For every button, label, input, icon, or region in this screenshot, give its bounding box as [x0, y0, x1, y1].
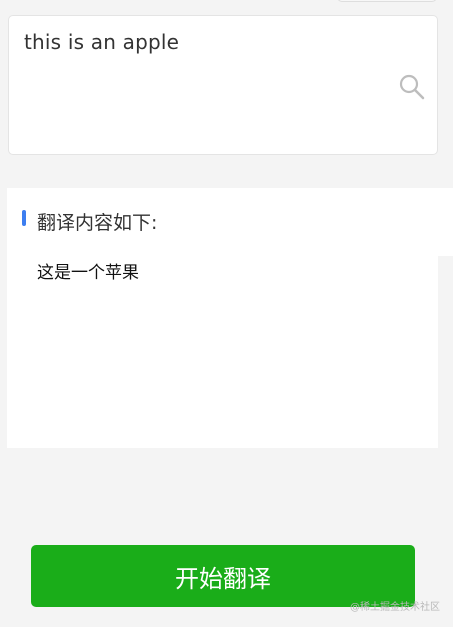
accent-bar: [22, 210, 26, 226]
search-icon[interactable]: [397, 72, 427, 102]
result-title: 翻译内容如下:: [37, 212, 158, 234]
watermark: @稀土掘金技术社区: [350, 602, 440, 613]
translation-input[interactable]: this is an apple: [24, 30, 179, 54]
top-tab[interactable]: [337, 0, 437, 2]
input-card[interactable]: this is an apple: [8, 15, 438, 155]
translation-result-text: 这是一个苹果: [37, 263, 139, 283]
result-card-edge: [438, 188, 453, 256]
translation-result-card: 翻译内容如下: 这是一个苹果: [7, 188, 438, 448]
